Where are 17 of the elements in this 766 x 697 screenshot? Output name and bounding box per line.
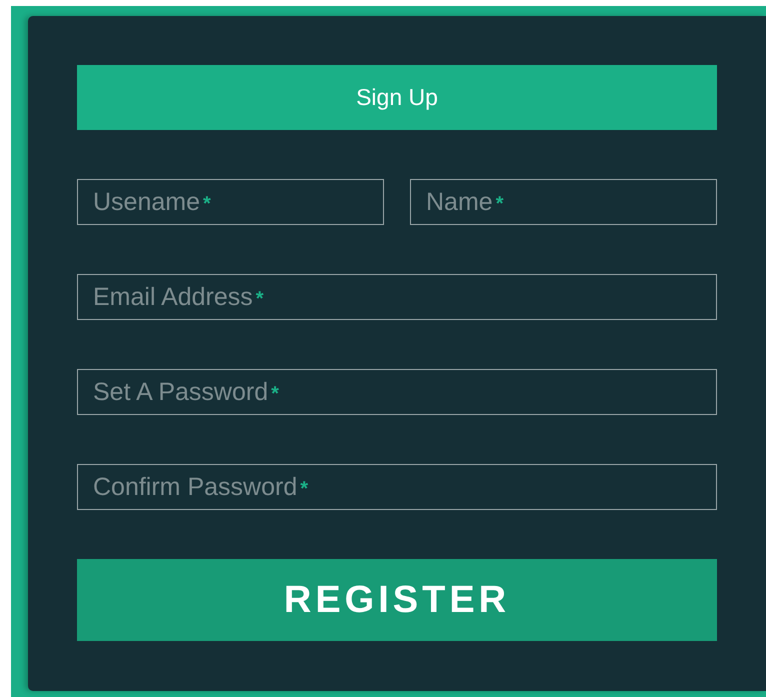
field-label: Confirm Password [93, 472, 298, 502]
input-field[interactable]: Email Address* [77, 274, 717, 320]
register-button[interactable]: REGISTER [77, 559, 717, 641]
required-asterisk: * [496, 192, 504, 216]
field-label: Email Address [93, 282, 253, 312]
field-label: Name [426, 188, 493, 216]
field-label: Set A Password [93, 378, 268, 406]
required-asterisk: * [300, 478, 308, 500]
input-field[interactable]: Usename* [77, 179, 384, 225]
field-label: Usename [93, 188, 200, 216]
sign-up-header: Sign Up [77, 65, 717, 130]
input-field[interactable]: Set A Password* [77, 369, 717, 415]
required-asterisk: * [271, 382, 279, 406]
input-field[interactable]: Name* [410, 179, 717, 225]
input-field[interactable]: Confirm Password* [77, 464, 717, 510]
required-asterisk: * [203, 192, 211, 216]
required-asterisk: * [256, 288, 264, 310]
